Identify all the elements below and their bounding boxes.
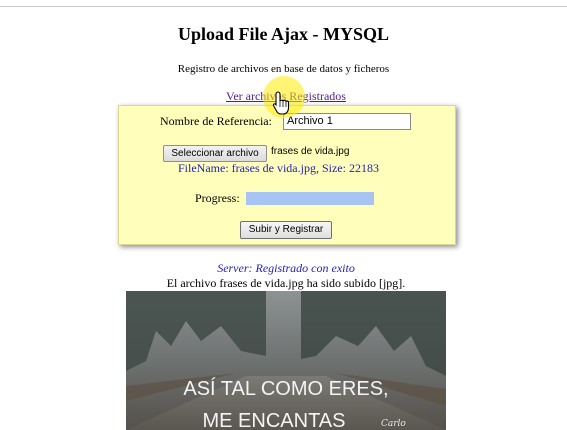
image-caption-line2: ME ENCANTAS bbox=[203, 410, 346, 430]
progress-label: Progress: bbox=[195, 191, 240, 205]
progress-bar bbox=[246, 192, 374, 205]
uploaded-image-preview: ASÍ TAL COMO ERES, ME ENCANTAS Carlo bbox=[126, 291, 446, 430]
select-file-button[interactable]: Seleccionar archivo bbox=[163, 145, 267, 162]
selected-file-name: frases de vida.jpg bbox=[271, 146, 350, 157]
submit-register-button[interactable]: Subir y Registrar bbox=[240, 221, 332, 239]
reference-label: Nombre de Referencia: bbox=[160, 114, 272, 128]
hand-pointer-icon bbox=[272, 91, 290, 115]
progress-bar-fill bbox=[246, 192, 374, 205]
upload-result-message: El archivo frases de vida.jpg ha sido su… bbox=[166, 276, 406, 290]
uploaded-image-graphic: ASÍ TAL COMO ERES, ME ENCANTAS Carlo bbox=[126, 291, 446, 430]
file-info-text: FileName: frases de vida.jpg, Size: 2218… bbox=[178, 161, 379, 175]
page-subtitle: Registro de archivos en base de datos y … bbox=[177, 63, 390, 75]
reference-input[interactable]: Archivo 1 bbox=[283, 113, 411, 130]
image-caption-line1: ASÍ TAL COMO ERES, bbox=[183, 377, 388, 400]
top-divider bbox=[0, 6, 567, 7]
server-status-message: Server: Registrado con exito bbox=[217, 261, 355, 275]
page-title: Upload File Ajax - MYSQL bbox=[177, 24, 389, 44]
image-signature: Carlo bbox=[381, 419, 406, 429]
